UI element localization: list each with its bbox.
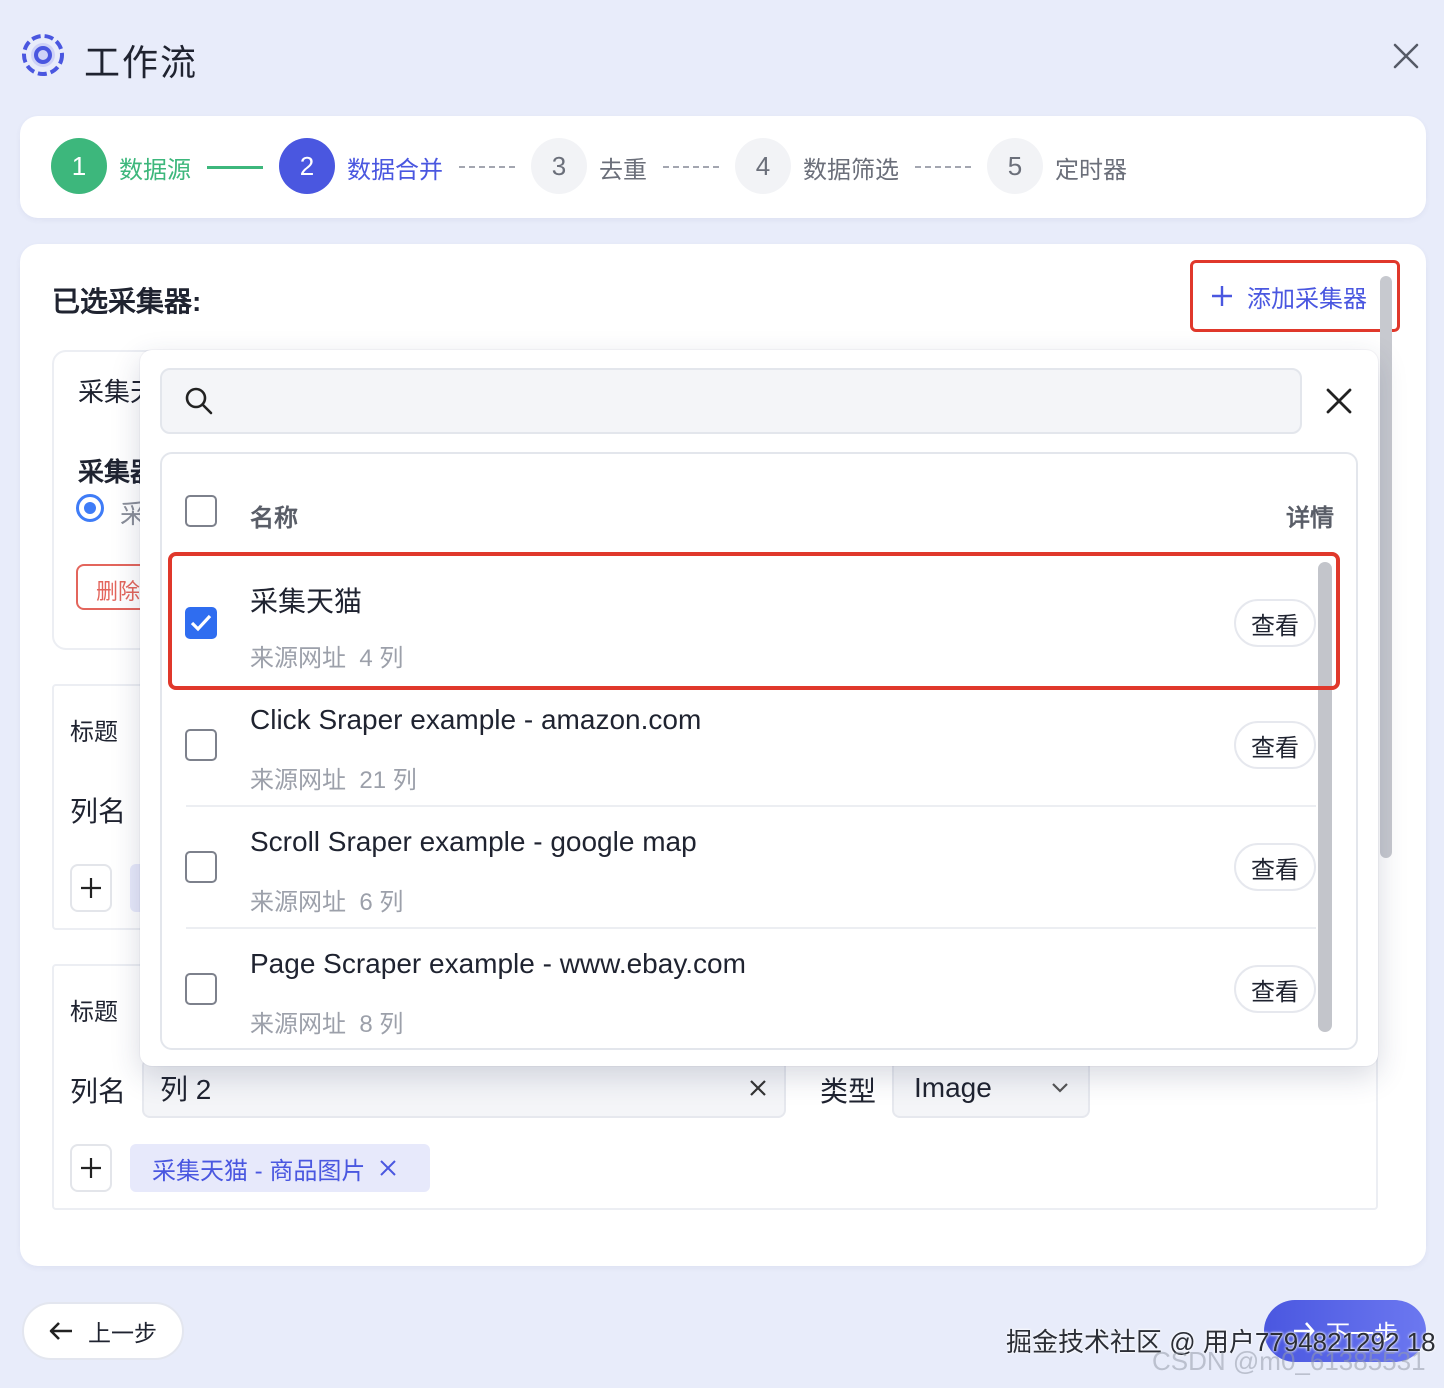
add-field-button[interactable] [70, 864, 112, 912]
collector-name: Scroll Sraper example - google map [250, 826, 697, 857]
step-connector [663, 166, 719, 168]
column-name-label: 列名 [70, 796, 127, 827]
row-divider [186, 805, 1316, 807]
collector-meta: 来源网址 8 列 [250, 1004, 403, 1039]
collector-meta: 来源网址 21 列 [250, 760, 417, 795]
row-checkbox[interactable] [185, 851, 217, 883]
plus-icon [81, 1158, 101, 1178]
column-title-label: 标题 [70, 999, 118, 1026]
collector-name: Page Scraper example - www.ebay.com [250, 948, 746, 979]
chevron-down-icon [1052, 1083, 1068, 1093]
column-type-value: Image [914, 1072, 992, 1103]
step-2-label[interactable]: 数据合并 [347, 150, 443, 185]
step-1-label[interactable]: 数据源 [119, 150, 191, 185]
step-connector [207, 166, 263, 169]
column-name-label: 列名 [70, 1076, 127, 1107]
row-checkbox[interactable] [185, 973, 217, 1005]
add-collector-button[interactable]: 添加采集器 [1190, 260, 1400, 332]
clear-icon[interactable] [748, 1078, 768, 1098]
prev-step-button[interactable]: 上一步 [22, 1302, 184, 1360]
column-name-input[interactable]: 列 2 [142, 1058, 786, 1118]
add-collector-label: 添加采集器 [1247, 285, 1367, 313]
column-header-name: 名称 [250, 505, 298, 532]
prev-step-label: 上一步 [88, 1320, 157, 1346]
select-all-checkbox[interactable] [185, 495, 217, 527]
page-title: 工作流 [84, 42, 199, 83]
step-connector [459, 166, 515, 168]
collector-source: 来源网址 [250, 889, 346, 916]
plus-icon [1212, 286, 1232, 306]
column-type-select[interactable]: Image [892, 1058, 1090, 1118]
view-button[interactable]: 查看 [1234, 965, 1316, 1013]
step-4-number[interactable]: 4 [735, 138, 791, 194]
column-title-label: 标题 [70, 719, 118, 746]
selected-collectors-title: 已选采集器: [52, 286, 202, 317]
step-5-label[interactable]: 定时器 [1055, 150, 1127, 185]
add-field-button[interactable] [70, 1144, 112, 1192]
remove-chip-icon[interactable] [379, 1159, 397, 1177]
collector-cols: 6 列 [359, 889, 404, 916]
collector-meta: 来源网址 6 列 [250, 882, 403, 917]
step-5-number[interactable]: 5 [987, 138, 1043, 194]
main-scrollbar[interactable] [1380, 276, 1392, 858]
search-input[interactable] [214, 370, 1300, 432]
collector-source: 来源网址 [250, 1011, 346, 1038]
search-box[interactable] [160, 368, 1302, 434]
workflow-gear-logo-icon [20, 32, 66, 78]
close-icon[interactable] [1386, 36, 1426, 76]
column-header-detail: 详情 [1286, 505, 1334, 532]
step-connector [915, 166, 971, 168]
plus-icon [81, 878, 101, 898]
step-2-number[interactable]: 2 [279, 138, 335, 194]
step-4-label[interactable]: 数据筛选 [803, 150, 899, 185]
field-chip-label: 采集天猫 - 商品图片 [152, 1157, 366, 1185]
collector-cols: 21 列 [359, 767, 417, 794]
csdn-watermark: CSDN @m0_61385531 [1152, 1346, 1426, 1376]
step-3-label[interactable]: 去重 [599, 150, 647, 185]
column-name-value: 列 2 [160, 1074, 212, 1105]
arrow-left-icon [49, 1322, 72, 1340]
search-icon [185, 387, 213, 415]
selected-row-highlight [168, 552, 1340, 690]
row-divider [186, 927, 1316, 929]
row-checkbox[interactable] [185, 729, 217, 761]
view-button[interactable]: 查看 [1234, 721, 1316, 769]
column-type-label: 类型 [820, 1076, 877, 1107]
collector-cols: 8 列 [359, 1011, 404, 1038]
collector-source: 来源网址 [250, 767, 346, 794]
step-3-number[interactable]: 3 [531, 138, 587, 194]
view-button[interactable]: 查看 [1234, 843, 1316, 891]
close-icon[interactable] [1318, 380, 1360, 422]
field-chip[interactable]: 采集天猫 - 商品图片 [130, 1144, 430, 1192]
collector-name: Click Sraper example - amazon.com [250, 704, 702, 735]
step-1-number[interactable]: 1 [51, 138, 107, 194]
collector-radio[interactable] [76, 494, 104, 522]
